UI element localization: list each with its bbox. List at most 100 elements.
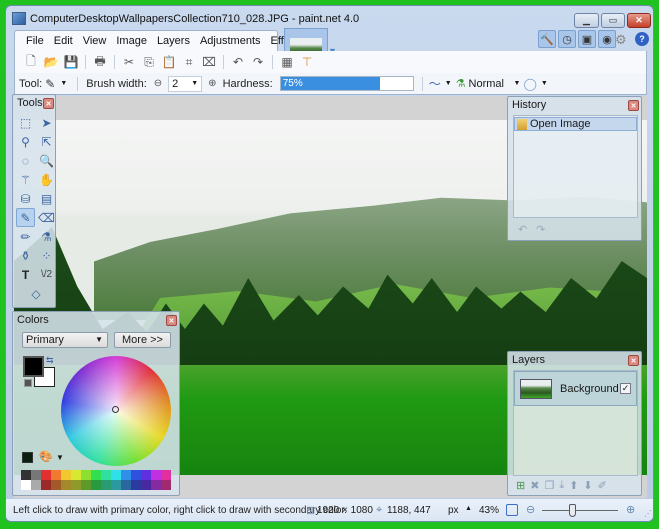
tool-dropdown-icon[interactable]: ▼ — [60, 80, 67, 87]
palette-swatch[interactable] — [71, 470, 81, 480]
minimize-button[interactable]: ▁ — [574, 13, 599, 28]
print-icon[interactable]: 🖶 — [90, 53, 110, 71]
add-to-palette-icon[interactable] — [22, 452, 33, 463]
close-button[interactable]: ✕ — [627, 13, 651, 28]
tool-move-selected-icon[interactable]: ➤ — [37, 113, 56, 132]
palette-swatch[interactable] — [131, 480, 141, 490]
menu-file[interactable]: File — [21, 35, 49, 47]
current-tool-paintbrush-icon[interactable]: ✎ — [45, 77, 55, 91]
zoom-in-icon[interactable]: ⊕ — [626, 503, 635, 516]
menu-layers[interactable]: Layers — [152, 35, 195, 47]
tool-shapes-icon[interactable]: ◇ — [16, 284, 56, 303]
tool-line-curve-icon[interactable]: \/2 — [37, 265, 56, 284]
add-layer-icon[interactable]: ⊞ — [516, 479, 525, 492]
tool-rectangle-select-icon[interactable]: ⬚ — [16, 113, 35, 132]
save-icon[interactable]: 💾 — [61, 53, 81, 71]
tool-paintbrush-icon[interactable]: ✎ — [16, 208, 35, 227]
new-icon[interactable]: 🗋 — [21, 53, 41, 71]
grid-icon[interactable]: ▦ — [277, 53, 297, 71]
palette-swatch[interactable] — [61, 480, 71, 490]
tool-recolor-icon[interactable]: ⁘ — [37, 246, 56, 265]
palette-swatch[interactable] — [131, 470, 141, 480]
tool-zoom-icon[interactable]: 🔍 — [37, 151, 56, 170]
deselect-icon[interactable]: ⌧ — [199, 53, 219, 71]
tool-magic-wand-icon[interactable]: ⚚ — [16, 170, 35, 189]
palette-swatch[interactable] — [141, 480, 151, 490]
palette-swatch[interactable] — [21, 480, 31, 490]
layers-panel-close-icon[interactable]: ✕ — [628, 355, 639, 366]
zoom-out-icon[interactable]: ⊖ — [526, 503, 535, 516]
duplicate-layer-icon[interactable]: ❐ — [544, 479, 554, 492]
tool-color-picker-icon[interactable]: ⚗ — [37, 227, 56, 246]
history-item[interactable]: Open Image — [514, 117, 637, 131]
ruler-icon[interactable]: ⊤ — [297, 53, 317, 71]
palette-swatch[interactable] — [21, 470, 31, 480]
maximize-button[interactable]: ▭ — [601, 13, 625, 28]
zoom-level[interactable]: 43% — [479, 505, 499, 516]
tool-paint-bucket-icon[interactable]: ⛁ — [16, 189, 35, 208]
menu-adjustments[interactable]: Adjustments — [195, 35, 266, 47]
palette-dropdown-icon[interactable]: ▼ — [56, 453, 64, 462]
primary-color-swatch[interactable] — [23, 356, 44, 377]
color-wheel-handle[interactable] — [112, 406, 119, 413]
palette-swatch[interactable] — [101, 470, 111, 480]
paste-icon[interactable]: 📋 — [159, 53, 179, 71]
delete-layer-icon[interactable]: ✖ — [530, 479, 539, 492]
more-colors-button[interactable]: More >> — [114, 332, 171, 348]
brush-width-dropdown-icon[interactable]: ▼ — [191, 77, 198, 91]
history-undo-icon[interactable]: ↶ — [518, 223, 527, 236]
palette-swatch[interactable] — [121, 470, 131, 480]
tool-lasso-select-icon[interactable]: ⚲ — [16, 132, 35, 151]
resize-grip[interactable]: ⋰ — [644, 509, 652, 518]
palette-swatch[interactable] — [41, 480, 51, 490]
zoom-slider-thumb[interactable] — [569, 504, 576, 517]
help-icon[interactable]: ? — [635, 32, 649, 46]
palette-swatch[interactable] — [71, 480, 81, 490]
brush-width-increase-icon[interactable]: ⊕ — [208, 78, 216, 89]
hardness-slider[interactable]: 75% — [279, 76, 414, 91]
palette-swatch[interactable] — [151, 480, 161, 490]
selection-mode-icon[interactable]: ◯ — [523, 77, 536, 91]
history-panel-close-icon[interactable]: ✕ — [628, 100, 639, 111]
blend-mode-select[interactable]: Normal — [469, 78, 511, 90]
merge-layer-down-icon[interactable]: ⤓ — [559, 479, 564, 492]
palette-swatch[interactable] — [51, 470, 61, 480]
palette-swatch[interactable] — [111, 470, 121, 480]
palette-swatch[interactable] — [111, 480, 121, 490]
tool-ellipse-select-icon[interactable]: ◌ — [16, 151, 35, 170]
palette-swatch[interactable] — [81, 480, 91, 490]
blend-mode-dropdown-icon[interactable]: ▼ — [514, 80, 521, 87]
blend-mode-flask-icon[interactable]: ⚗ — [456, 77, 466, 90]
colors-window-toggle-icon[interactable]: ◉ — [598, 30, 616, 48]
history-redo-icon[interactable]: ↷ — [536, 223, 545, 236]
undo-icon[interactable]: ↶ — [228, 53, 248, 71]
colors-panel-close-icon[interactable]: ✕ — [166, 315, 177, 326]
layer-properties-icon[interactable]: ✐ — [598, 479, 607, 492]
palette-swatch[interactable] — [161, 470, 171, 480]
copy-icon[interactable]: ⎘ — [139, 53, 159, 71]
menu-view[interactable]: View — [78, 35, 112, 47]
tools-panel-close-icon[interactable]: ✕ — [43, 98, 54, 109]
units-select[interactable]: px — [448, 505, 459, 516]
tool-pan-icon[interactable]: ✋ — [37, 170, 56, 189]
palette-swatch[interactable] — [41, 470, 51, 480]
palette-swatch[interactable] — [31, 480, 41, 490]
zoom-slider[interactable] — [542, 510, 618, 511]
palette-swatch[interactable] — [91, 480, 101, 490]
tool-clone-stamp-icon[interactable]: ⚱ — [16, 246, 35, 265]
palette-swatch[interactable] — [141, 470, 151, 480]
palette-swatch[interactable] — [101, 480, 111, 490]
palette-swatch[interactable] — [31, 470, 41, 480]
palette-swatch[interactable] — [91, 470, 101, 480]
layers-window-toggle-icon[interactable]: ▣ — [578, 30, 596, 48]
palette-swatch[interactable] — [161, 480, 171, 490]
layer-visibility-checkbox[interactable]: ✓ — [620, 383, 631, 394]
tool-pencil-icon[interactable]: ✏ — [16, 227, 35, 246]
antialiasing-icon[interactable]: 〜 — [429, 75, 441, 92]
palette-swatch[interactable] — [121, 480, 131, 490]
redo-icon[interactable]: ↷ — [248, 53, 268, 71]
cut-icon[interactable]: ✂ — [119, 53, 139, 71]
layer-item[interactable]: Background ✓ — [514, 371, 637, 406]
palette-swatch[interactable] — [81, 470, 91, 480]
reset-colors-icon[interactable] — [24, 379, 32, 387]
